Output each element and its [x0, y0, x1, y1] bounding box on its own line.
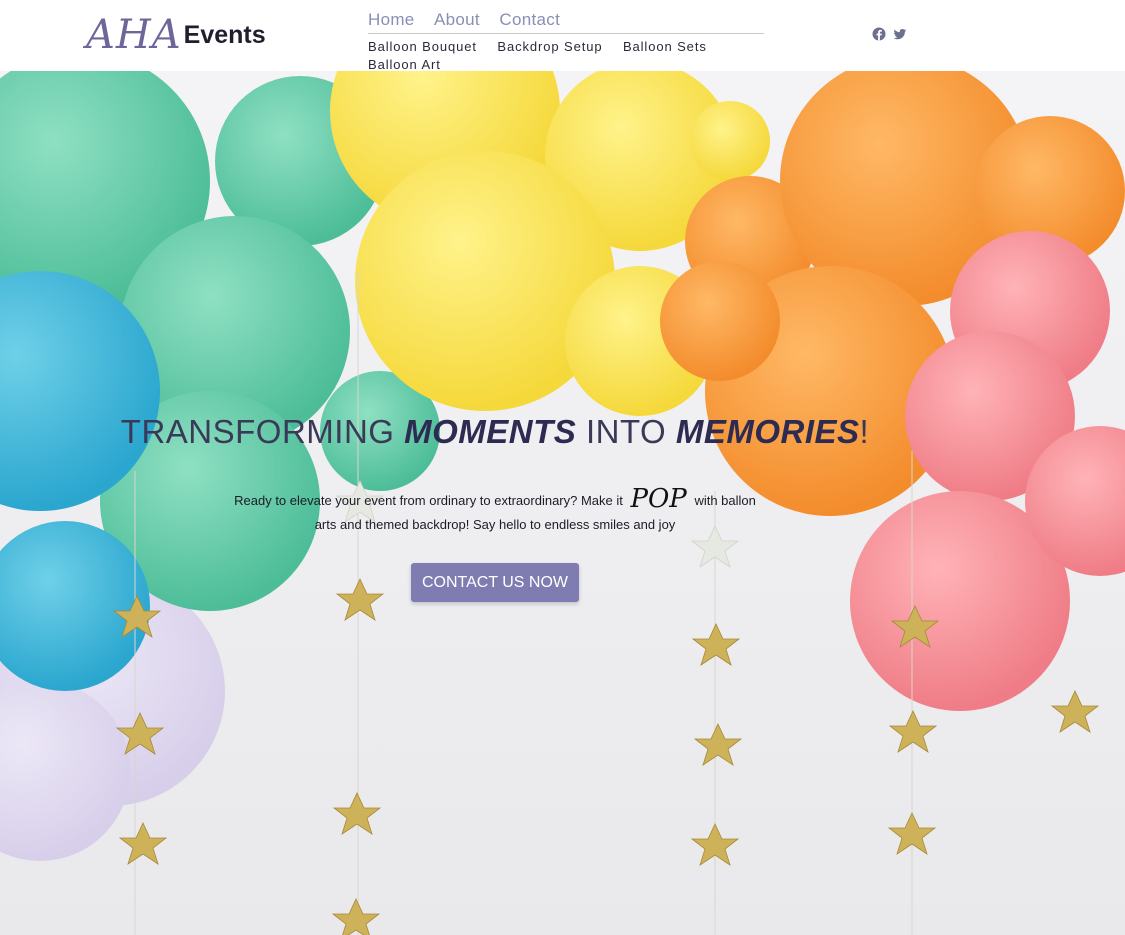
logo-word-text: Events [183, 21, 266, 49]
nav-link-home[interactable]: Home [368, 9, 415, 31]
contact-us-button[interactable]: CONTACT US NOW [411, 563, 579, 602]
site-header: AHAEvents Home About Contact Balloon Bou… [0, 0, 1125, 74]
hero-content: TRANSFORMING MOMENTS INTO MEMORIES! Read… [0, 71, 1125, 935]
sub-nav: Balloon Bouquet Backdrop Setup Balloon S… [368, 38, 788, 74]
tagline-before: Ready to elevate your event from ordinar… [234, 493, 623, 508]
social-links [872, 27, 910, 41]
nav-link-contact[interactable]: Contact [499, 9, 560, 31]
nav-link-about[interactable]: About [434, 9, 480, 31]
hero-headline: TRANSFORMING MOMENTS INTO MEMORIES! [0, 409, 990, 455]
hero-tagline: Ready to elevate your event from ordinar… [225, 484, 765, 537]
nav-link-balloon-sets[interactable]: Balloon Sets [623, 39, 707, 55]
headline-part-2: INTO [576, 413, 676, 450]
headline-emphasis-moments: MOMENTS [404, 413, 577, 450]
logo-script-text: AHA [86, 12, 182, 58]
headline-part-1: TRANSFORMING [120, 413, 405, 450]
nav-link-balloon-bouquet[interactable]: Balloon Bouquet [368, 39, 477, 55]
facebook-icon[interactable] [872, 27, 886, 41]
site-logo[interactable]: AHAEvents [86, 10, 266, 60]
headline-part-3: ! [859, 413, 870, 450]
hero-section: TRANSFORMING MOMENTS INTO MEMORIES! Read… [0, 71, 1125, 935]
twitter-icon[interactable] [893, 27, 907, 41]
nav-link-balloon-art[interactable]: Balloon Art [368, 57, 441, 73]
tagline-pop-word: POP [630, 484, 687, 514]
main-nav: Home About Contact [368, 9, 764, 34]
headline-emphasis-memories: MEMORIES [675, 413, 860, 450]
nav-link-backdrop-setup[interactable]: Backdrop Setup [497, 39, 602, 55]
